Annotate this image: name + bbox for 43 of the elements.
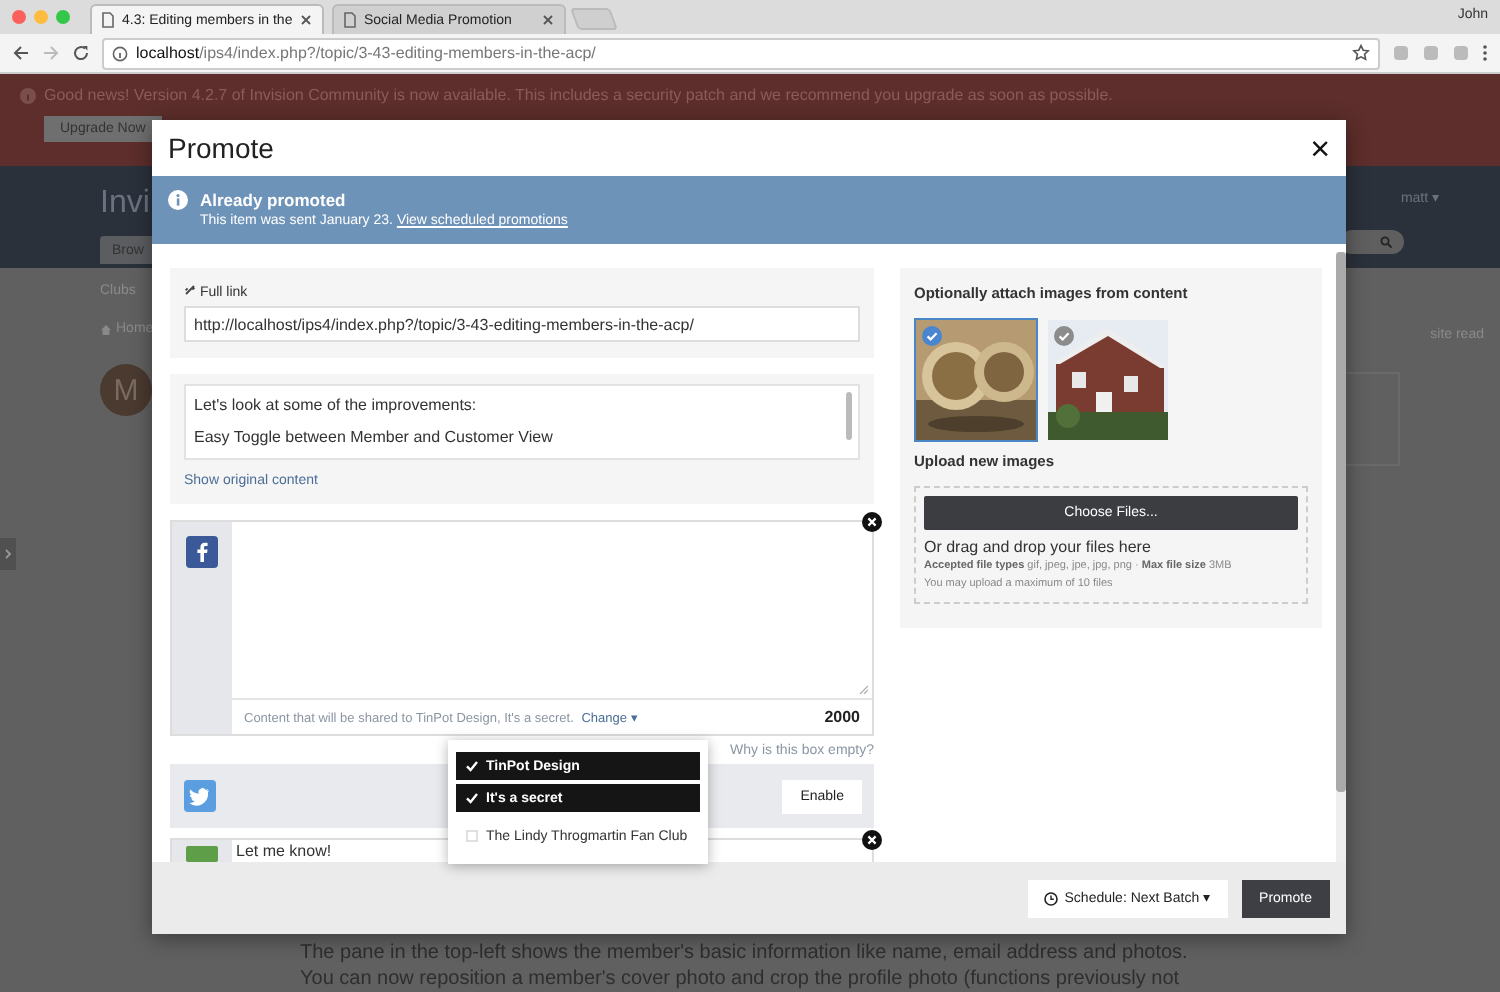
link-field[interactable]: http://localhost/ips4/index.php?/topic/3-43-editing-members-in-the-acp/	[184, 306, 860, 342]
drop-text: Or drag and drop your files here	[924, 538, 1153, 556]
facebook-icon	[186, 536, 218, 568]
remove-icon	[862, 512, 882, 532]
expand-button[interactable]	[0, 538, 16, 570]
character-count: 2000	[824, 708, 860, 726]
info-icon	[20, 87, 36, 103]
forward-icon	[42, 44, 60, 62]
checkmark-icon	[466, 792, 478, 804]
clock-icon	[1044, 891, 1059, 905]
search-icon	[1380, 236, 1392, 248]
home-icon	[100, 323, 112, 335]
post-text: Let me know!	[236, 842, 332, 862]
modal-title: Promote	[168, 132, 274, 164]
close-icon	[542, 14, 554, 26]
content-text: Easy Toggle between Member and Customer View	[194, 428, 555, 446]
checkbox-icon	[466, 830, 478, 842]
checkmark-icon[interactable]	[1054, 326, 1074, 346]
scrollbar-thumb[interactable]	[846, 392, 852, 440]
info-icon	[112, 45, 128, 61]
checkmark-icon	[466, 760, 478, 772]
resize-handle-icon	[858, 684, 868, 694]
menu-icon	[1482, 44, 1488, 62]
page-icon	[102, 12, 114, 28]
page-icon	[344, 12, 356, 28]
info-icon	[168, 190, 188, 210]
chevron-icon	[4, 548, 12, 560]
bird-icon	[184, 780, 216, 812]
notice-title: Already promoted	[200, 190, 348, 210]
content-field[interactable]: Let's look at some of the improvements: Easy Toggle between Member and Customer View	[184, 384, 860, 460]
close-icon	[300, 14, 312, 26]
search-field[interactable]	[1340, 230, 1404, 254]
back-icon	[12, 44, 30, 62]
tag-icon	[186, 846, 218, 862]
remove-icon	[862, 830, 882, 850]
close-button[interactable]: ×	[1310, 131, 1330, 165]
star-icon	[1352, 44, 1370, 62]
address-field[interactable]: localhost/ips4/index.php?/topic/3-43-editing-members-in-the-acp/	[102, 37, 1380, 69]
reload-icon	[72, 44, 90, 62]
checkmark-icon[interactable]	[922, 326, 942, 346]
link-icon	[184, 284, 196, 296]
new-tab-button[interactable]	[570, 8, 618, 30]
content-text: Let's look at some of the improvements:	[194, 396, 479, 414]
